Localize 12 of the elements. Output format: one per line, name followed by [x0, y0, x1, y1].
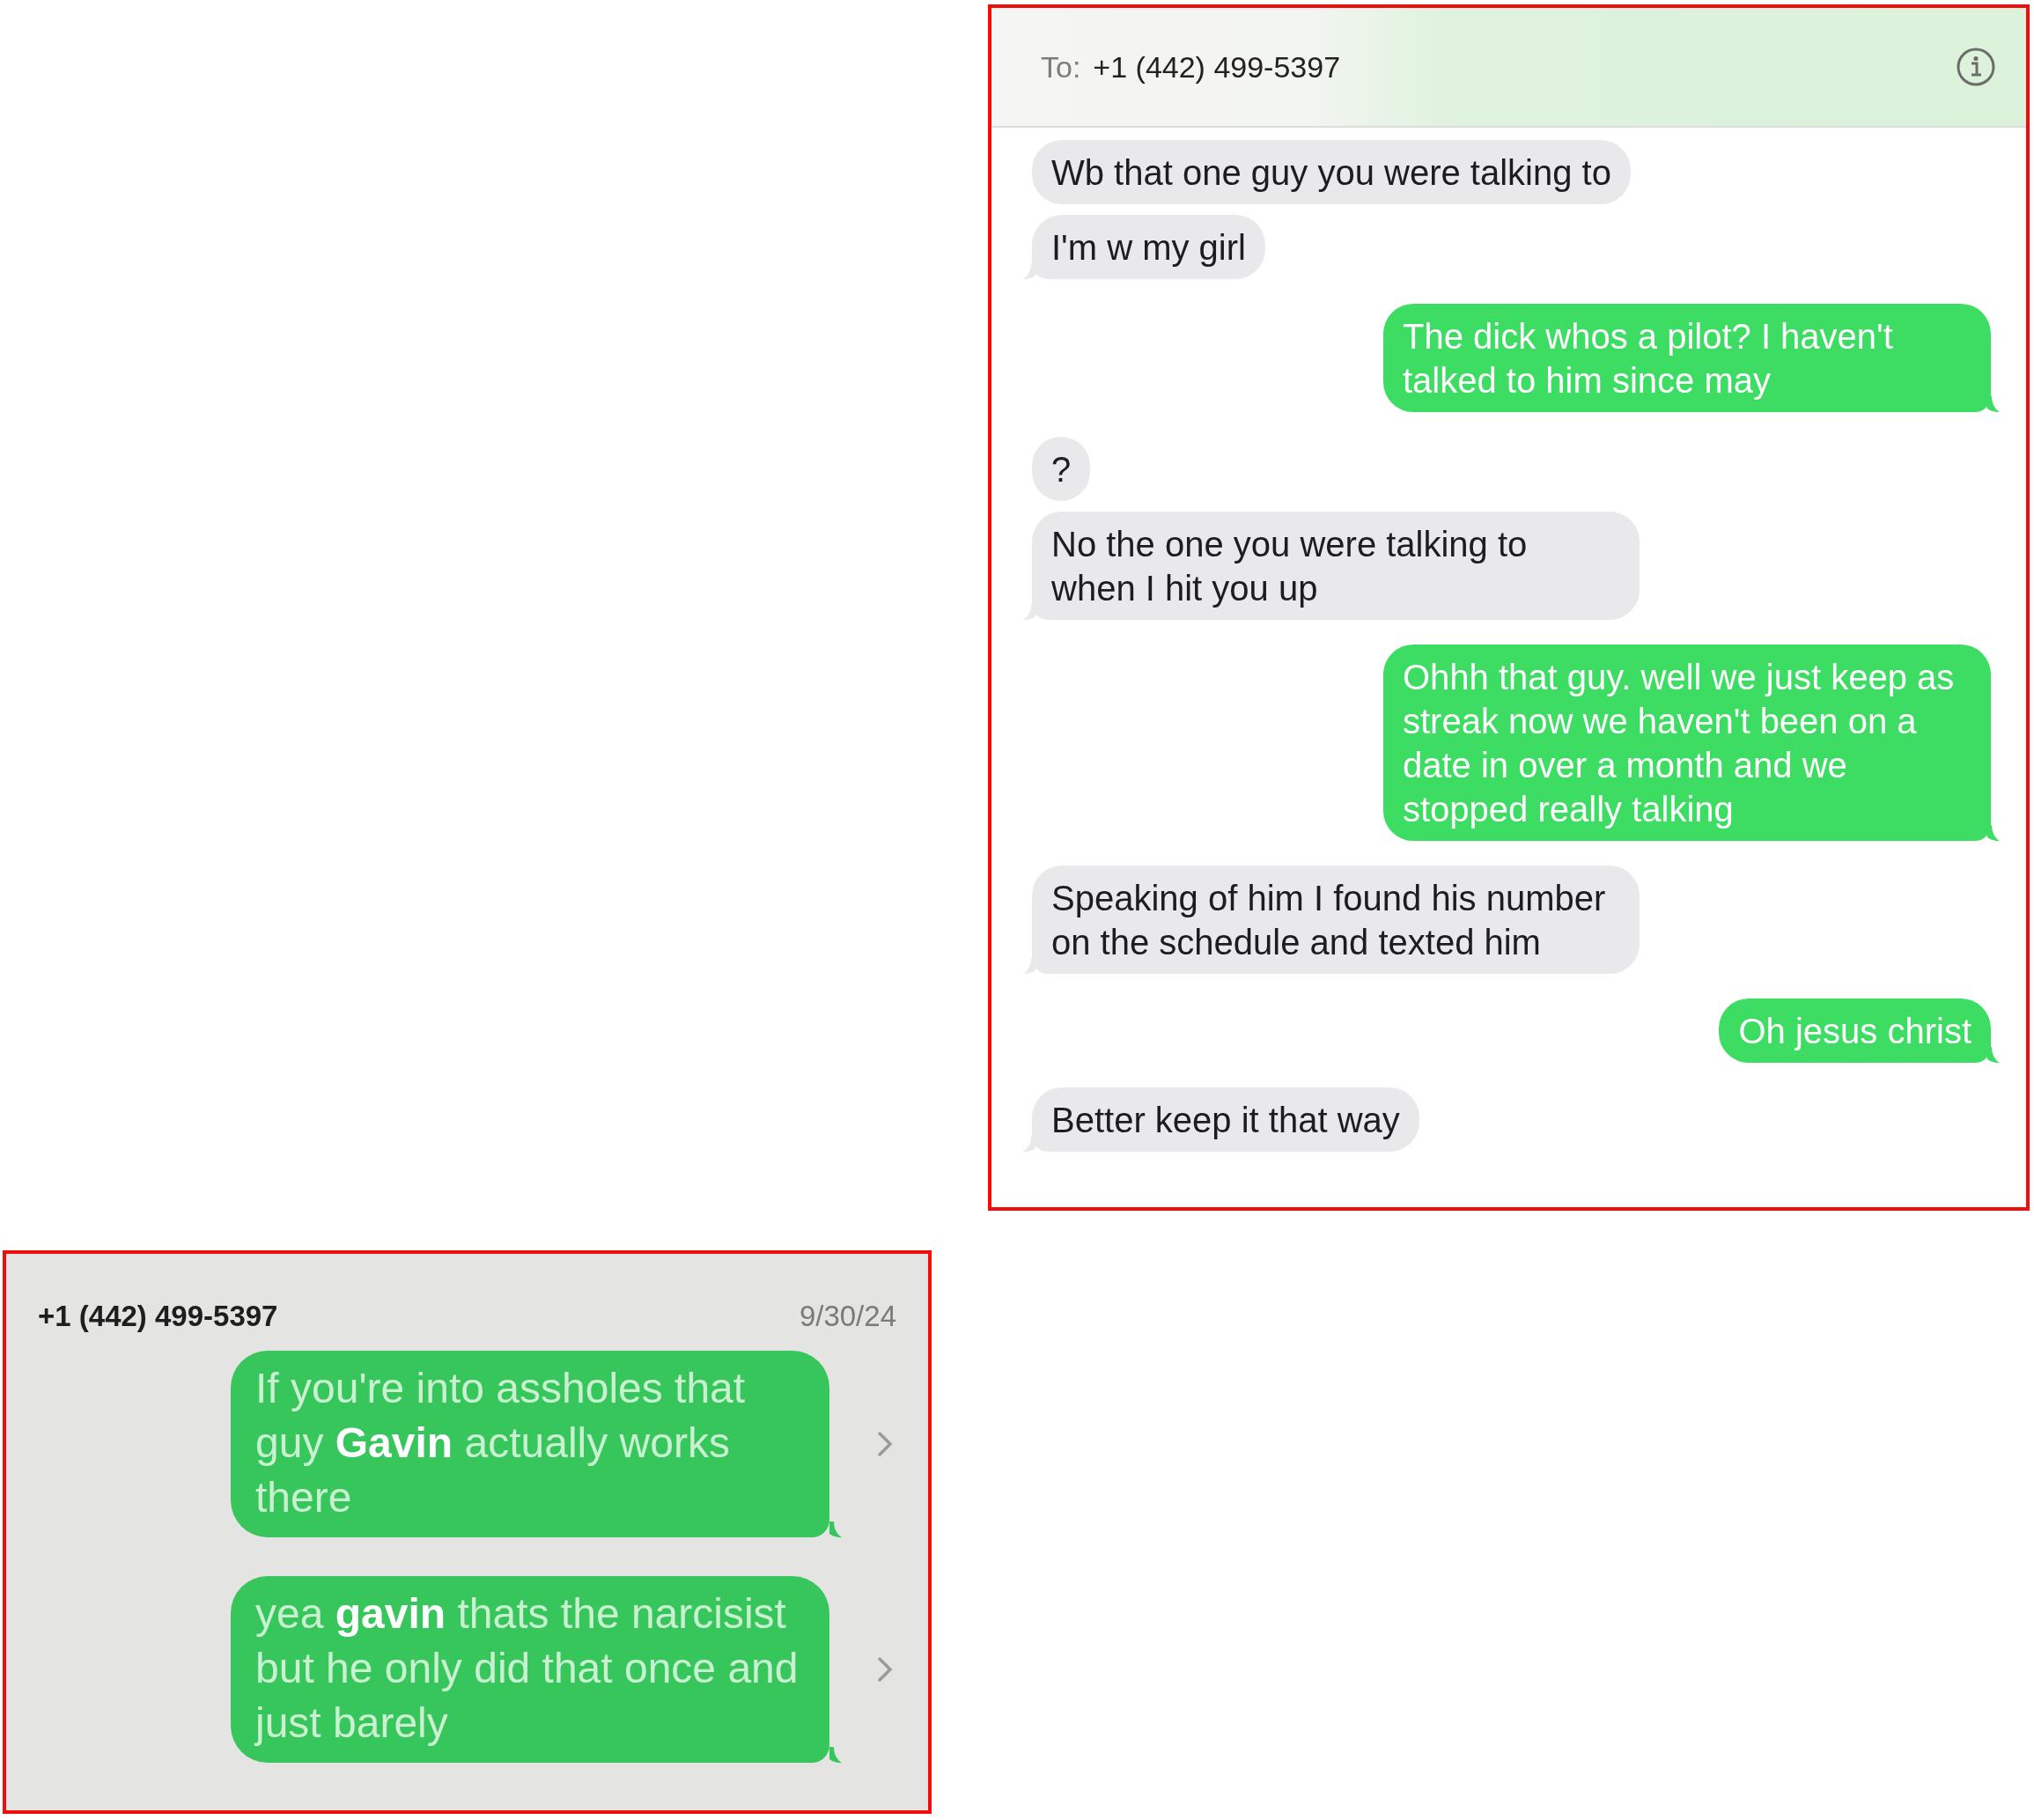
- contact-name: +1 (442) 499-5397: [38, 1300, 278, 1333]
- bubble-tail-icon: [829, 1747, 842, 1763]
- message-date: 9/30/24: [799, 1300, 896, 1333]
- bubble-tail-icon: [1987, 825, 2000, 841]
- chevron-right-icon[interactable]: [877, 1431, 893, 1457]
- bubble-tail-icon: [1987, 1047, 2000, 1063]
- info-icon[interactable]: [1956, 47, 1996, 87]
- bubble-tail-icon: [1987, 396, 2000, 412]
- recipient-name: +1 (442) 499-5397: [1093, 49, 1342, 85]
- to-label: To:: [1041, 49, 1081, 85]
- chevron-right-icon[interactable]: [877, 1656, 893, 1683]
- bubble-tail-icon: [829, 1522, 842, 1537]
